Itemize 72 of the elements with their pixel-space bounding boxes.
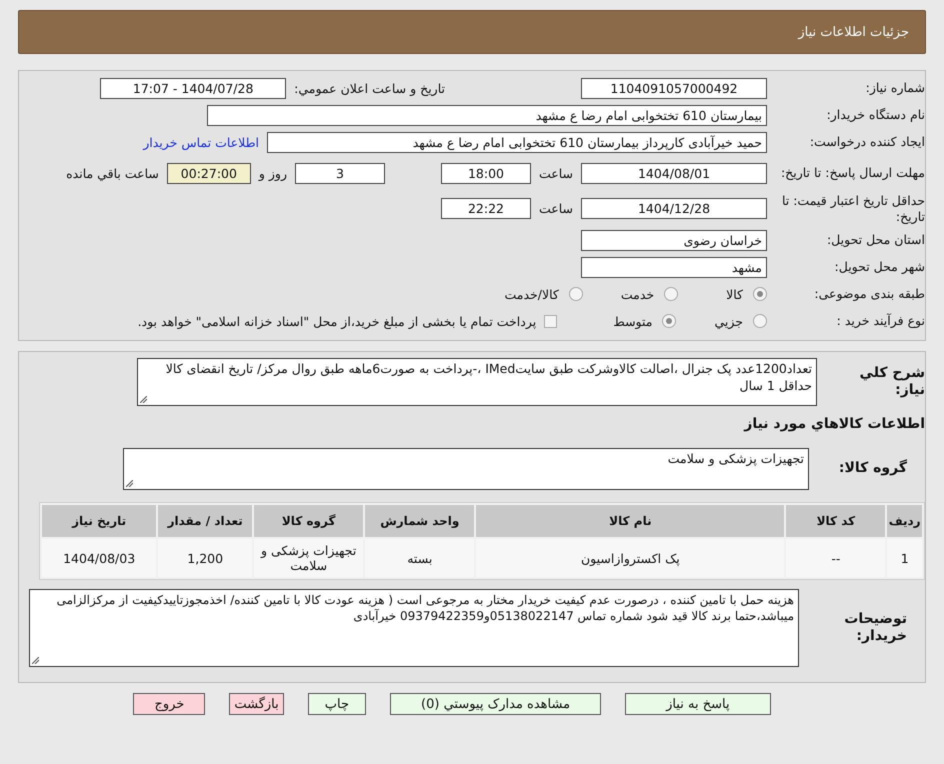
column-header: کد کالا	[786, 505, 886, 537]
column-header: واحد شمارش	[365, 505, 474, 537]
field-label: ساعت باقي مانده	[66, 166, 159, 180]
table-cell: 1,200	[158, 539, 252, 577]
input-field[interactable]: 3	[294, 162, 385, 184]
field-label: مهلت ارسال پاسخ: تا تاریخ:	[780, 165, 925, 181]
field-label: شماره نیاز:	[864, 80, 925, 96]
action-button[interactable]: بازگشت	[229, 693, 284, 715]
radio-option[interactable]: کالا	[726, 286, 767, 302]
action-button[interactable]: پاسخ به نیاز	[625, 693, 771, 715]
input-field[interactable]: 1404/12/28	[581, 198, 767, 220]
radio-icon[interactable]	[753, 287, 767, 302]
input-field[interactable]: 1404/07/28 - 17:07	[100, 78, 286, 98]
field-label: استان محل تحویل:	[826, 232, 925, 248]
table-cell: --	[786, 539, 886, 577]
input-field[interactable]: بیمارستان 610 تختخوابی امام رضا ع مشهد	[207, 104, 767, 126]
input-field[interactable]: خراسان رضوی	[581, 230, 767, 251]
field-label: شرح کلي نیاز:	[858, 364, 925, 400]
field-label: حداقل تاریخ اعتبار قیمت: تا تاریخ:	[780, 193, 925, 224]
column-header: تعداد / مقدار	[158, 505, 252, 537]
resize-grip-icon[interactable]	[126, 480, 133, 487]
goods-group-box[interactable]: تجهیزات پزشکی و سلامت	[123, 448, 809, 490]
radio-icon[interactable]	[664, 287, 678, 302]
input-field[interactable]: 18:00	[440, 162, 531, 184]
buyer-notes-text: هزینه حمل با تامین کننده ، درصورت عدم کیفیت خریدار مختار به مرجوعی است ( هزینه عودت کالا با تامین کننده/ اخذمجوزتاییدکیفیت از مرکزالزامی میباشد،حتما برند کالا قید شود شماره تماس 05138022147و09379422359 خیرآبادی	[56, 593, 794, 624]
column-header: گروه کالا	[254, 505, 364, 537]
table-cell: تجهیزات پزشکی و سلامت	[254, 539, 364, 577]
resize-grip-icon[interactable]	[32, 657, 39, 664]
field-label: اطلاعات کالاهاي مورد نیاز	[742, 416, 925, 434]
table-cell: بسته	[365, 539, 474, 577]
input-field[interactable]: حمید خیرآبادی کارپرداز بیمارستان 610 تختخوابی امام رضا ع مشهد	[267, 132, 767, 152]
input-field[interactable]: 00:27:00	[166, 162, 251, 184]
input-field[interactable]: 1104091057000492	[581, 78, 767, 98]
action-button[interactable]: خروج	[133, 693, 206, 715]
description-box[interactable]: تعداد1200عدد پک جنرال ،اصالت کالاوشرکت طبق سایتIMed ،-پرداخت به صورت6ماهه طبق روال مرکز/ تاریخ انقضای کالا حداقل 1 سال	[137, 358, 817, 406]
column-header: نام کالا	[476, 505, 784, 537]
field-label: طبقه بندی موضوعی:	[813, 286, 925, 302]
buyer-notes-box[interactable]	[29, 589, 799, 667]
field-label: گروه کالا:	[838, 460, 907, 478]
input-field[interactable]: 1404/08/01	[581, 162, 767, 184]
radio-icon[interactable]	[568, 287, 583, 302]
input-field[interactable]: مشهد	[581, 256, 767, 278]
action-button[interactable]: چاپ	[308, 693, 366, 715]
radio-icon[interactable]	[753, 314, 767, 328]
field-label: ساعت	[538, 201, 573, 216]
field-label: روز و	[258, 166, 287, 180]
description-text: تعداد1200عدد پک جنرال ،اصالت کالاوشرکت طبق سایتIMed ،-پرداخت به صورت6ماهه طبق روال مرکز/ تاریخ انقضای کالا حداقل 1 سال	[166, 361, 812, 394]
radio-option[interactable]: خدمت	[620, 286, 678, 302]
field-label: نام دستگاه خریدار:	[826, 107, 925, 123]
field-label: ایجاد کننده درخواست:	[808, 134, 925, 150]
field-label: ساعت	[538, 166, 573, 180]
resize-grip-icon[interactable]	[140, 396, 147, 403]
table-cell: 1404/08/03	[42, 539, 156, 577]
radio-option[interactable]: کالا/خدمت	[504, 286, 583, 302]
column-header: تاریخ نیاز	[42, 505, 156, 537]
checkbox[interactable]	[544, 314, 558, 328]
action-button[interactable]: مشاهده مدارک پیوستي (0)	[390, 693, 602, 715]
field-label: تاریخ و ساعت اعلان عمومي:	[294, 80, 445, 96]
field-label: نوع فرآیند خرید :	[836, 313, 925, 330]
goods-group-text: تجهیزات پزشکی و سلامت	[668, 451, 804, 466]
contact-link[interactable]: اطلاعات تماس خریدار	[143, 134, 259, 150]
radio-option[interactable]: متوسط	[613, 314, 676, 329]
radio-option[interactable]: جزيي	[714, 314, 767, 329]
field-label: شهر محل تحویل:	[834, 259, 925, 276]
field-label: توضیحات خریدار:	[843, 610, 907, 646]
column-header: ردیف	[887, 505, 922, 537]
payment-note: پرداخت تمام یا بخشی از مبلغ خرید،از محل "اسناد خزانه اسلامی" خواهد بود.	[138, 314, 536, 329]
radio-icon[interactable]	[662, 314, 676, 328]
table-cell: 1	[887, 539, 922, 577]
input-field[interactable]: 22:22	[440, 198, 531, 220]
table-cell: پک اکستروازاسیون	[476, 539, 784, 577]
header-title: جزئیات اطلاعات نیاز	[798, 24, 909, 40]
